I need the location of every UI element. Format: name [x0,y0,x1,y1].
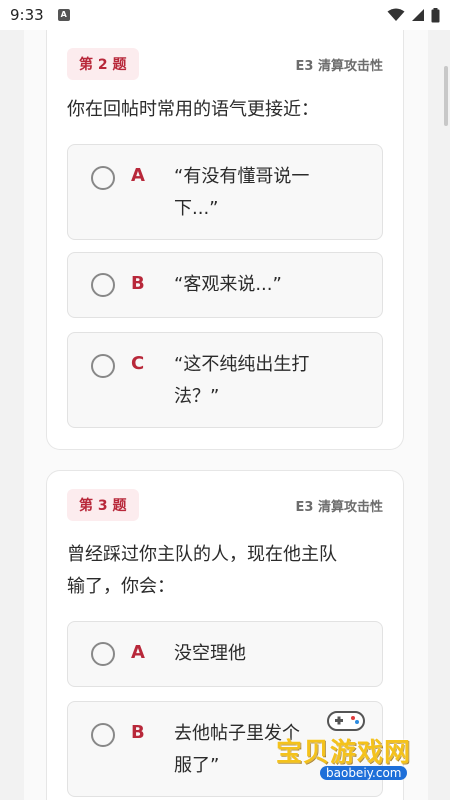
question-number-badge: 第 2 题 [67,48,139,80]
question-text: 你在回帖时常用的语气更接近： [67,99,319,120]
option-a[interactable]: A 没空理他 [67,621,383,687]
question-header: 第 3 题 E3 清算攻击性 [67,489,383,521]
option-text: “这不纯纯出生打 法？” [174,349,368,413]
notification-app-icon: A [57,9,70,21]
option-letter: A [131,642,145,663]
watermark-text: 宝贝游戏网 [276,738,412,768]
question-card-2: 第 2 题 E3 清算攻击性 你在回帖时常用的语气更接近： A “有没有懂哥说一… [46,30,404,450]
option-text: “客观来说...” [174,269,368,301]
option-text-line: 没空理他 [174,643,246,664]
option-text-line: 下...” [174,198,219,219]
watermark-url: baobeiy.com [320,766,408,780]
question-number-badge: 第 3 题 [67,489,139,521]
question-text: 曾经踩过你主队的人，现在他主队 输了，你会： [67,539,387,603]
option-b[interactable]: B “客观来说...” [67,252,383,318]
question-text-line: 曾经踩过你主队的人，现在他主队 [67,544,337,565]
battery-icon [431,7,440,22]
option-letter: A [131,165,145,186]
option-letter: B [131,722,145,743]
radio-button[interactable] [91,723,115,747]
option-text: “有没有懂哥说一 下...” [174,161,368,225]
radio-button[interactable] [91,354,115,378]
option-text-line: “客观来说...” [174,274,282,295]
status-bar: 9:33 A [0,0,450,30]
option-letter: C [131,353,145,374]
option-a[interactable]: A “有没有懂哥说一 下...” [67,144,383,240]
question-dimension-tag: E3 清算攻击性 [295,58,383,74]
question-text-line: 输了，你会： [67,576,175,597]
wifi-icon [387,8,405,21]
radio-button[interactable] [91,166,115,190]
option-text: 没空理他 [174,638,368,670]
status-icons [387,7,440,23]
radio-button[interactable] [91,273,115,297]
option-text-line: 法？” [174,386,220,407]
option-text-line: “这不纯纯出生打 [174,354,310,375]
questionnaire-scroll-area[interactable]: 第 2 题 E3 清算攻击性 你在回帖时常用的语气更接近： A “有没有懂哥说一… [0,30,450,800]
scrollbar-thumb[interactable] [444,66,448,126]
question-dimension-tag: E3 清算攻击性 [295,499,383,515]
question-header: 第 2 题 E3 清算攻击性 [67,48,383,80]
signal-icon [412,9,424,21]
radio-button[interactable] [91,642,115,666]
option-text-line: “有没有懂哥说一 [174,166,310,187]
option-c[interactable]: C “这不纯纯出生打 法？” [67,332,383,428]
site-watermark: 宝贝游戏网 baobeiy.com [268,706,428,786]
status-time: 9:33 [10,6,44,24]
option-letter: B [131,273,145,294]
